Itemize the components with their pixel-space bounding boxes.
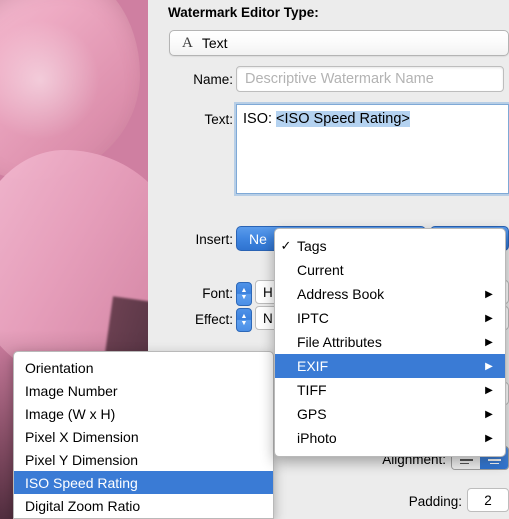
- name-input[interactable]: Descriptive Watermark Name: [236, 66, 504, 92]
- menu-item-file-attributes[interactable]: File Attributes ▶: [275, 330, 505, 354]
- text-textarea[interactable]: ISO: <ISO Speed Rating>: [236, 104, 509, 194]
- font-value: H: [263, 284, 273, 300]
- font-label: Font:: [202, 286, 233, 301]
- effect-value: N: [263, 310, 273, 326]
- menu-item-tiff[interactable]: TIFF ▶: [275, 378, 505, 402]
- menu-item-tags[interactable]: ✓ Tags: [275, 234, 505, 258]
- menu-item-pixel-x-dimension[interactable]: Pixel X Dimension: [14, 425, 273, 448]
- stepper-up-icon: ▲: [240, 287, 248, 294]
- text-row: Text:: [148, 112, 233, 127]
- text-content-line: ISO: <ISO Speed Rating>: [243, 111, 502, 127]
- menu-item-digital-zoom-ratio[interactable]: Digital Zoom Ratio: [14, 494, 273, 517]
- menu-item-pixel-y-dimension[interactable]: Pixel Y Dimension: [14, 448, 273, 471]
- menu-item-label: Tags: [297, 238, 327, 254]
- menu-item-label: Image (W x H): [25, 405, 116, 422]
- padding-row: Padding:: [374, 494, 462, 509]
- font-row: Font:: [148, 286, 233, 301]
- watermark-editor-type-label: Watermark Editor Type:: [168, 5, 319, 20]
- menu-item-iso-speed-rating[interactable]: ISO Speed Rating: [14, 471, 273, 494]
- menu-item-label: Image Number: [25, 382, 118, 399]
- padding-label: Padding:: [408, 494, 462, 509]
- chevron-right-icon: ▶: [485, 360, 493, 372]
- menu-item-exif[interactable]: EXIF ▶: [275, 354, 505, 378]
- effect-stepper[interactable]: ▲ ▼: [236, 308, 252, 332]
- watermark-type-popup-button[interactable]: A Text: [169, 30, 509, 56]
- chevron-right-icon: ▶: [485, 312, 493, 324]
- name-row: Name:: [148, 72, 233, 87]
- chevron-right-icon: ▶: [485, 288, 493, 300]
- name-placeholder: Descriptive Watermark Name: [245, 71, 434, 87]
- menu-item-label: Pixel X Dimension: [25, 428, 139, 445]
- menu-item-label: Current: [297, 262, 344, 278]
- effect-row: Effect:: [148, 312, 233, 327]
- menu-item-label: ISO Speed Rating: [25, 474, 138, 491]
- insert-label: Insert:: [195, 232, 233, 247]
- menu-item-image-number[interactable]: Image Number: [14, 379, 273, 402]
- exif-submenu[interactable]: Orientation Image Number Image (W x H) P…: [13, 351, 274, 519]
- menu-item-address-book[interactable]: Address Book ▶: [275, 282, 505, 306]
- chevron-right-icon: ▶: [485, 336, 493, 348]
- menu-item-label: IPTC: [297, 310, 329, 326]
- font-stepper[interactable]: ▲ ▼: [236, 282, 252, 306]
- effect-label: Effect:: [194, 312, 233, 327]
- text-token: <ISO Speed Rating>: [276, 111, 410, 127]
- padding-value: 2: [484, 492, 492, 508]
- stepper-down-icon: ▼: [240, 294, 248, 301]
- text-type-icon: A: [182, 34, 193, 51]
- text-prefix: ISO:: [243, 111, 277, 127]
- text-label: Text:: [204, 112, 233, 127]
- menu-item-label: File Attributes: [297, 334, 382, 350]
- menu-item-current[interactable]: Current: [275, 258, 505, 282]
- padding-input[interactable]: 2: [467, 488, 509, 512]
- chevron-right-icon: ▶: [485, 384, 493, 396]
- insert-row: Insert:: [148, 232, 233, 247]
- menu-item-label: Address Book: [297, 286, 385, 302]
- chevron-right-icon: ▶: [485, 408, 493, 420]
- menu-item-iphoto[interactable]: iPhoto ▶: [275, 426, 505, 450]
- insert-menu[interactable]: ✓ Tags Current Address Book ▶ IPTC ▶ Fil…: [274, 228, 506, 457]
- menu-item-label: Digital Zoom Ratio: [25, 497, 141, 514]
- menu-item-label: TIFF: [297, 382, 327, 398]
- menu-item-label: Pixel Y Dimension: [25, 451, 139, 468]
- menu-item-image-wxh[interactable]: Image (W x H): [14, 402, 273, 425]
- menu-item-label: GPS: [297, 406, 327, 422]
- menu-item-label: EXIF: [297, 358, 329, 374]
- menu-item-label: iPhoto: [297, 430, 337, 446]
- menu-item-label: Orientation: [25, 359, 94, 376]
- menu-item-orientation[interactable]: Orientation: [14, 356, 273, 379]
- watermark-editor-type-row: Watermark Editor Type:: [168, 5, 319, 20]
- chevron-right-icon: ▶: [485, 432, 493, 444]
- app-window: Watermark Editor Type: A Text Name: Desc…: [0, 0, 509, 519]
- menu-item-gps[interactable]: GPS ▶: [275, 402, 505, 426]
- stepper-up-icon: ▲: [240, 313, 248, 320]
- watermark-type-value: Text: [201, 35, 228, 51]
- stepper-down-icon: ▼: [240, 320, 248, 327]
- name-label: Name:: [193, 72, 233, 87]
- menu-item-iptc[interactable]: IPTC ▶: [275, 306, 505, 330]
- checkmark-icon: ✓: [280, 238, 292, 253]
- insert-popup-value: Ne: [249, 230, 267, 247]
